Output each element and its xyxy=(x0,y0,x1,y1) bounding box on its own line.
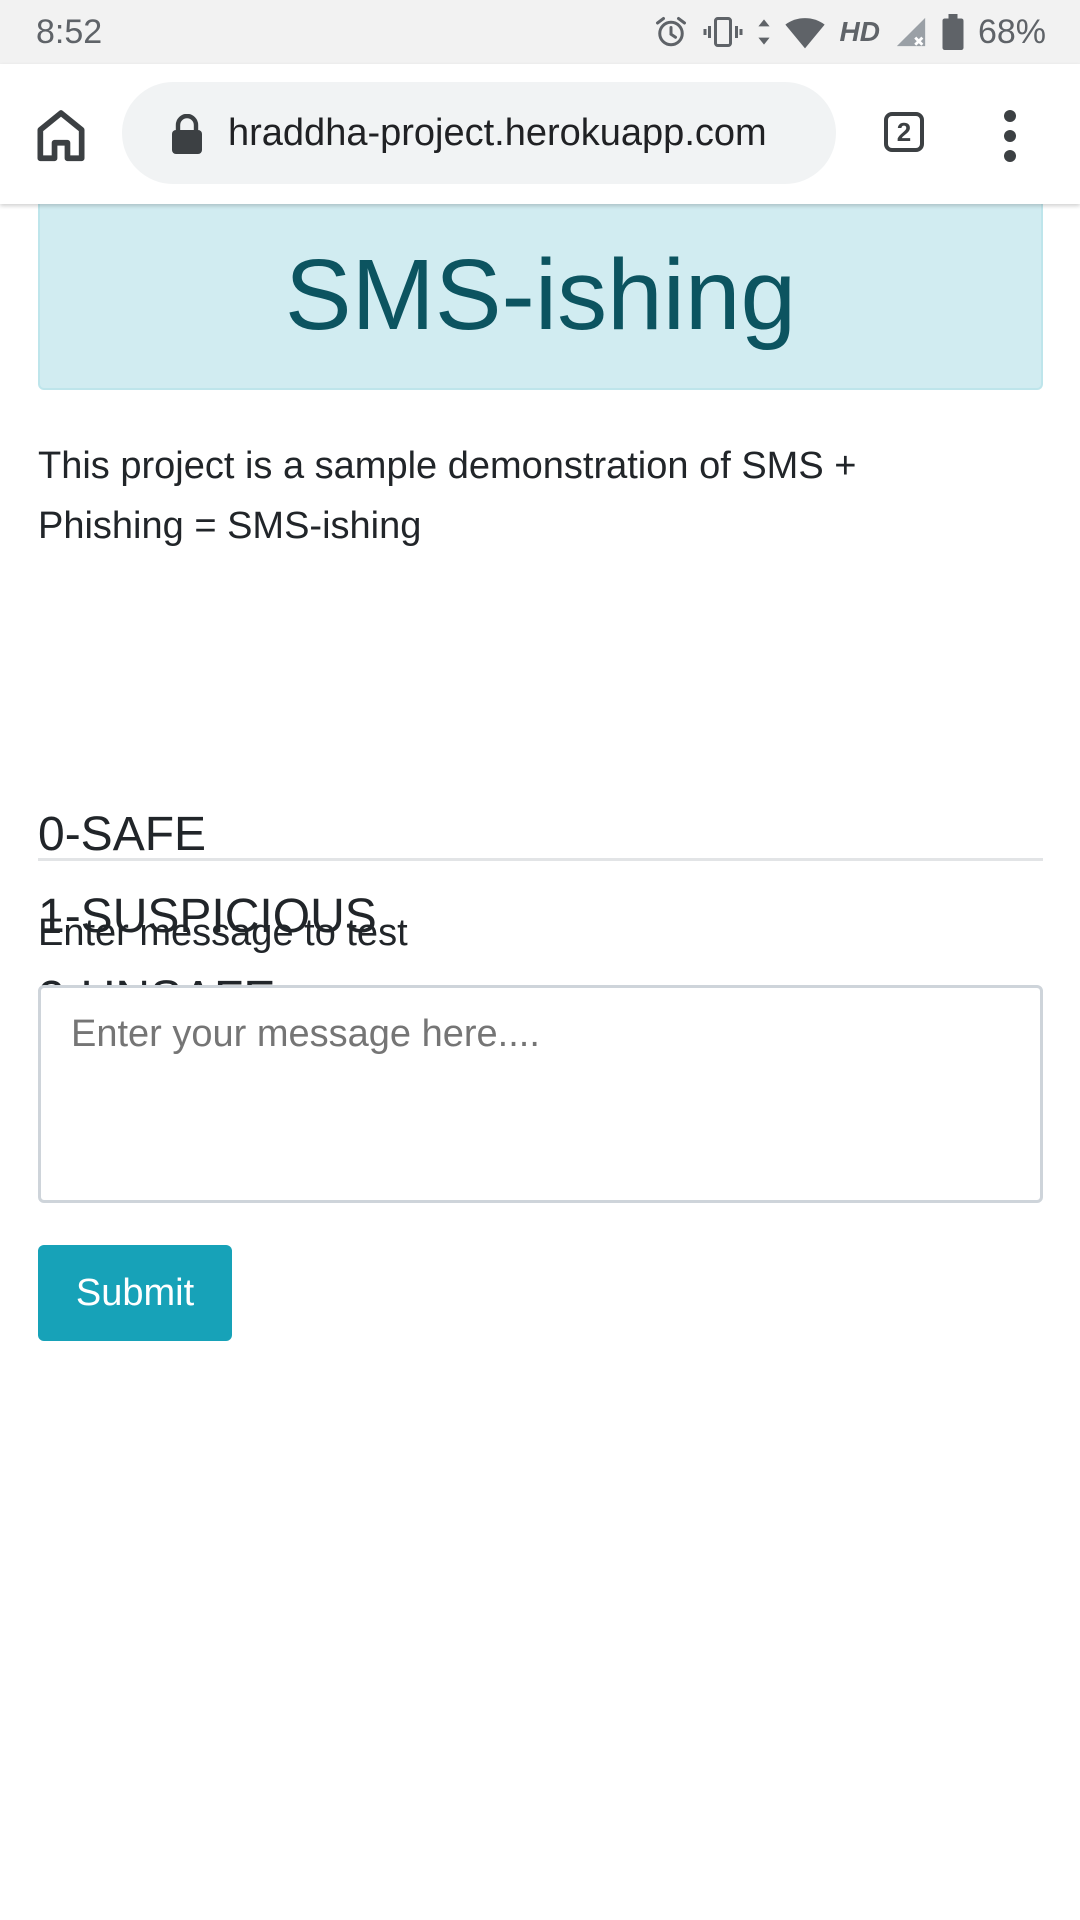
message-input[interactable] xyxy=(38,985,1043,1203)
cell-signal-icon xyxy=(896,17,926,47)
message-label: Enter message to test xyxy=(38,912,408,954)
more-vert-icon xyxy=(1004,110,1016,162)
battery-percent: 68% xyxy=(977,12,1046,51)
page-title: SMS-ishing xyxy=(284,239,797,351)
network-type-label: HD xyxy=(839,16,880,47)
vibrate-icon xyxy=(703,17,743,47)
intro-text: This project is a sample demonstration o… xyxy=(38,445,857,547)
title-banner: SMS-ishing xyxy=(38,204,1043,390)
alarm-icon xyxy=(656,17,687,47)
data-arrows-icon xyxy=(758,19,771,45)
address-bar[interactable]: hraddha-project.herokuapp.com xyxy=(122,82,836,184)
status-icons: HD 68% xyxy=(653,10,1046,54)
tab-switcher-button[interactable]: 2 xyxy=(880,108,932,160)
lock-icon xyxy=(172,114,202,154)
tabs-icon: 2 xyxy=(884,112,924,152)
url-text: hraddha-project.herokuapp.com xyxy=(228,112,767,154)
home-icon xyxy=(37,110,85,162)
tab-count: 2 xyxy=(896,116,912,147)
level-safe: 0-SAFE xyxy=(38,808,207,861)
status-time: 8:52 xyxy=(36,13,103,51)
browser-toolbar: hraddha-project.herokuapp.com 2 xyxy=(0,64,1080,204)
battery-icon xyxy=(942,14,964,50)
browser-menu-button[interactable] xyxy=(990,106,1030,166)
status-bar: 8:52 HD 68% xyxy=(0,0,1080,64)
submit-button[interactable]: Submit xyxy=(38,1245,232,1341)
home-button[interactable] xyxy=(30,104,92,166)
wifi-icon xyxy=(785,18,826,49)
divider xyxy=(38,858,1043,861)
